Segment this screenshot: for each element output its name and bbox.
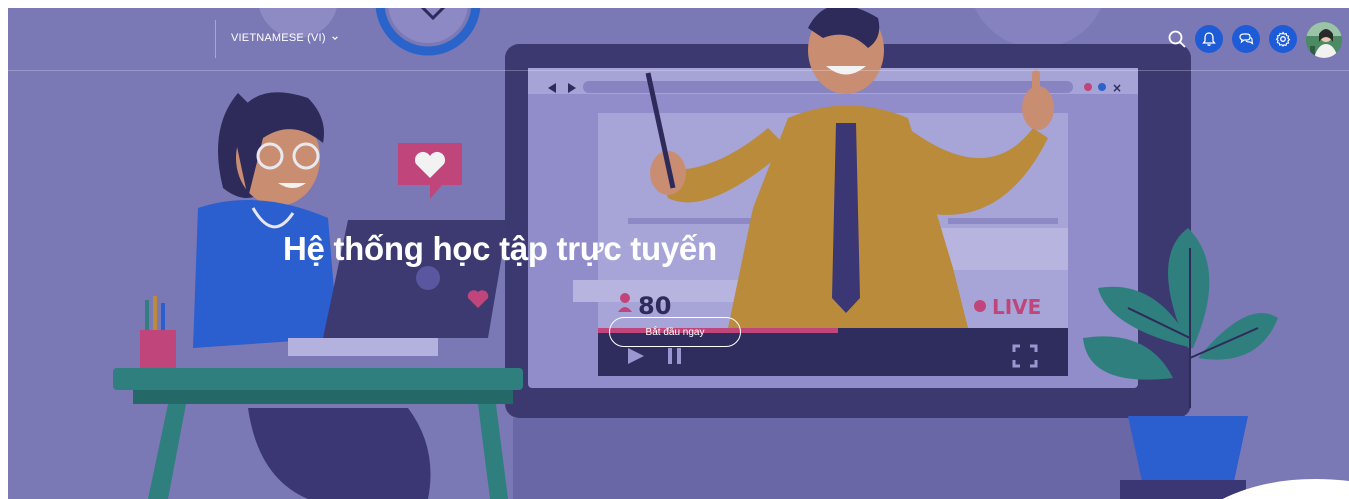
- avatar-image: [1306, 22, 1342, 58]
- messages-button[interactable]: [1232, 25, 1260, 53]
- live-badge: LIVE: [992, 295, 1041, 319]
- svg-text:×: ×: [1112, 81, 1122, 95]
- search-icon[interactable]: [1167, 29, 1187, 49]
- svg-text:LIVE: LIVE: [992, 295, 1041, 319]
- svg-text:80: 80: [638, 292, 671, 318]
- start-now-button[interactable]: Bắt đầu ngay: [609, 317, 741, 347]
- hero-title: Hệ thống học tập trực tuyến: [283, 230, 717, 267]
- hero-banner: × VIETNAMESE (VI) Hệ thống học tập trực …: [8, 8, 1349, 499]
- chat-icon: [1239, 33, 1254, 45]
- bell-icon: [1202, 32, 1216, 46]
- viewer-count: 80: [618, 292, 671, 318]
- language-selector[interactable]: VIETNAMESE (VI): [231, 32, 339, 44]
- nav-divider: [215, 20, 216, 58]
- page: × VIETNAMESE (VI) Hệ thống học tập trực …: [0, 0, 1349, 499]
- settings-button[interactable]: [1269, 25, 1297, 53]
- decorative-wave: [1222, 479, 1349, 499]
- notifications-button[interactable]: [1195, 25, 1223, 53]
- chevron-down-icon: [331, 36, 338, 41]
- gear-icon: [1275, 31, 1291, 47]
- user-avatar[interactable]: [1306, 22, 1342, 58]
- top-navigation-bar: VIETNAMESE (VI): [8, 8, 1349, 71]
- language-label: VIETNAMESE (VI): [231, 32, 326, 44]
